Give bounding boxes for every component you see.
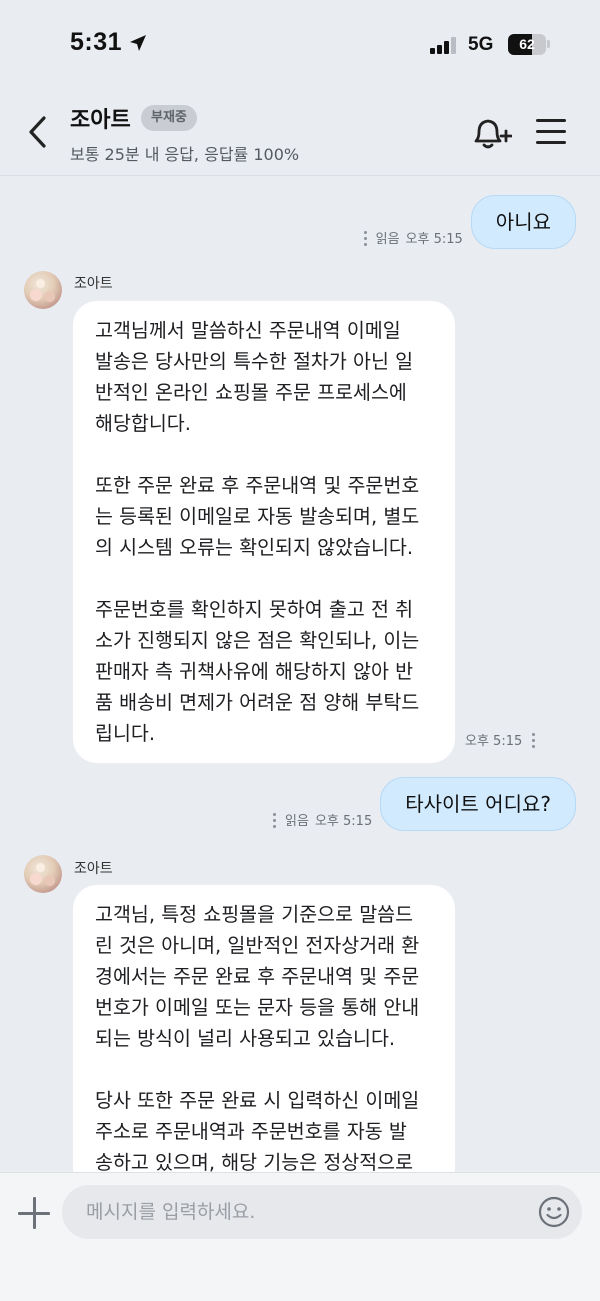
message-time: 오후 5:15 <box>405 232 463 247</box>
attach-button[interactable] <box>18 1197 50 1229</box>
message-line: 주문번호를 확인하지 못하여 출고 전 취 <box>95 598 414 621</box>
message-line: 번호가 이메일 또는 문자 등을 통해 안내 <box>95 996 420 1019</box>
status-bar: 5:31 5G 62 <box>0 0 600 88</box>
message-bubble[interactable]: 타사이트 어디요? <box>380 777 576 831</box>
more-options-icon[interactable] <box>273 812 277 828</box>
message-time: 오후 5:15 <box>314 814 373 829</box>
message-bubble[interactable]: 고객님, 특정 쇼핑몰을 기준으로 말씀드 린 것은 아니며, 일반적인 전자상… <box>73 885 455 1172</box>
message-line: 품 배송비 면제가 어려운 점 양해 부탁드 <box>95 691 420 714</box>
message-line: 고객님께서 말씀하신 주문내역 이메일 <box>95 319 401 342</box>
message-line: 는 등록된 이메일로 자동 발송되며, 별도 <box>95 505 420 528</box>
read-receipt: 읽음 <box>375 232 400 247</box>
message-line: 소가 진행되지 않은 점은 확인되나, 이는 <box>95 629 420 652</box>
message-input[interactable] <box>62 1185 582 1239</box>
message-line: 판매자 측 귀책사유에 해당하지 않아 반 <box>95 660 414 683</box>
message-meta: 읽음 오후 5:15 <box>273 810 372 829</box>
sender-name: 조아트 <box>74 861 113 877</box>
emoji-icon <box>538 1196 570 1228</box>
message-line: 발송은 당사만의 특수한 절차가 아닌 일 <box>95 350 414 373</box>
message-time: 오후 5:15 <box>465 734 523 749</box>
battery-icon: 62 <box>508 34 546 55</box>
message-line: 송하고 있으며, 해당 기능은 정상적으로 <box>95 1151 414 1172</box>
avatar[interactable] <box>24 855 62 893</box>
status-time: 5:31 <box>70 28 123 56</box>
message-line: 주소로 주문내역과 주문번호를 자동 발 <box>95 1120 407 1143</box>
message-line: 경에서는 주문 완료 후 주문내역 및 주문 <box>95 965 420 988</box>
message-line: 의 시스템 오류는 확인되지 않았습니다. <box>95 536 414 559</box>
message-line: 또한 주문 완료 후 주문내역 및 주문번호 <box>95 474 420 497</box>
message-composer <box>0 1172 600 1301</box>
message-line: 린 것은 아니며, 일반적인 전자상거래 환 <box>95 934 420 957</box>
read-receipt: 읽음 <box>285 814 309 829</box>
sender-name: 조아트 <box>74 276 113 292</box>
response-info: 보통 25분 내 응답, 응답률 100% <box>70 145 300 164</box>
emoji-button[interactable] <box>538 1196 570 1228</box>
message-line: 되는 방식이 널리 사용되고 있습니다. <box>95 1027 396 1050</box>
status-badge: 부재중 <box>141 105 197 131</box>
menu-button[interactable] <box>536 118 566 146</box>
message-meta: 오후 5:15 <box>465 730 536 749</box>
message-meta: 읽음 오후 5:15 <box>363 228 463 247</box>
message-bubble[interactable]: 아니요 <box>470 195 576 249</box>
back-arrow-icon <box>29 116 46 148</box>
chat-header: 조아트 부재중 보통 25분 내 응답, 응답률 100% <box>0 88 600 176</box>
location-arrow-icon <box>130 35 146 51</box>
outgoing-message: 읽음 오후 5:15 아니요 <box>363 195 576 249</box>
notification-button[interactable] <box>470 114 513 154</box>
message-line: 반적인 온라인 쇼핑몰 주문 프로세스에 <box>95 381 407 404</box>
message-bubble[interactable]: 고객님께서 말씀하신 주문내역 이메일 발송은 당사만의 특수한 절차가 아닌 … <box>73 301 455 763</box>
message-line: 당사 또한 주문 완료 시 입력하신 이메일 <box>95 1089 420 1112</box>
cellular-signal-icon <box>430 36 460 54</box>
battery-cap <box>547 40 550 48</box>
bell-plus-icon <box>474 119 513 149</box>
more-options-icon[interactable] <box>363 230 368 246</box>
battery-percent: 62 <box>519 36 535 52</box>
back-button[interactable] <box>22 112 56 152</box>
more-options-icon[interactable] <box>532 732 536 748</box>
message-list[interactable]: 읽음 오후 5:15 아니요 조아트 고객님께서 말씀하신 주문내역 이메일 발… <box>0 177 600 1172</box>
avatar[interactable] <box>24 271 62 309</box>
message-line: 립니다. <box>95 722 156 745</box>
outgoing-message: 읽음 오후 5:15 타사이트 어디요? <box>273 777 576 831</box>
message-line: 해당합니다. <box>95 412 191 435</box>
network-type: 5G <box>468 34 494 55</box>
chat-title: 조아트 <box>70 108 131 133</box>
message-line: 고객님, 특정 쇼핑몰을 기준으로 말씀드 <box>95 903 414 926</box>
